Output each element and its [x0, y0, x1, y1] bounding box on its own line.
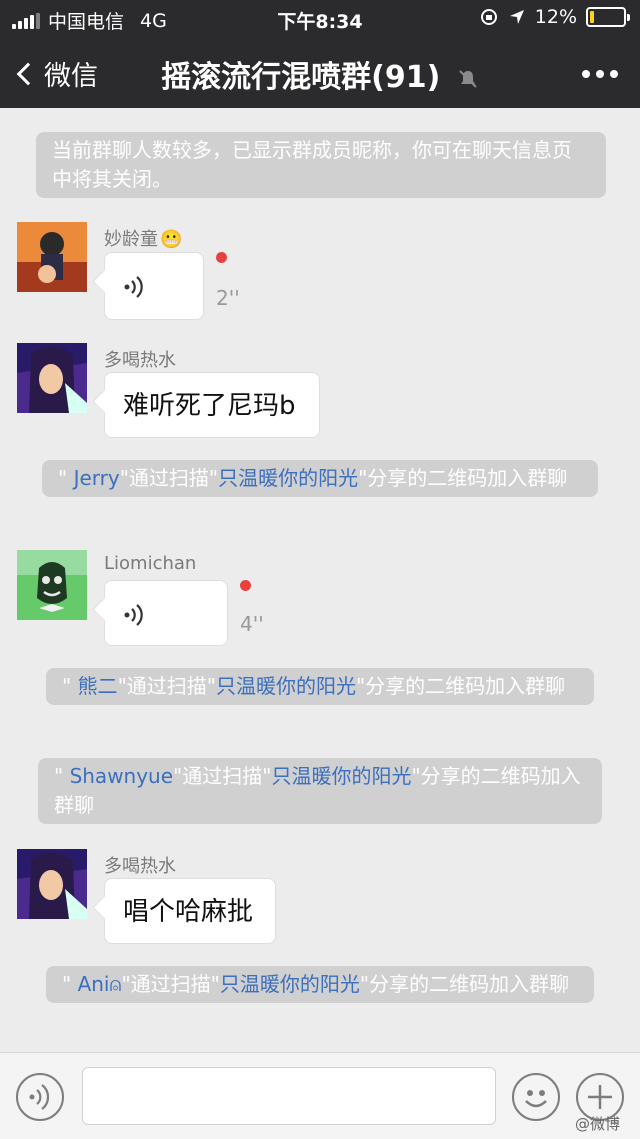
inviter-link[interactable]: 只温暖你的阳光 [218, 466, 358, 490]
avatar[interactable] [17, 849, 87, 919]
voice-wave-icon [124, 276, 143, 298]
voice-toggle-icon [29, 1084, 50, 1110]
voice-toggle-button[interactable] [16, 1073, 64, 1121]
status-right: 12% [479, 6, 630, 28]
avatar[interactable] [17, 550, 87, 620]
avatar[interactable] [17, 222, 87, 292]
bell-mute-icon [459, 69, 477, 88]
more-icon [582, 70, 590, 78]
system-notice: 当前群聊人数较多，已显示群成员昵称，你可在聊天信息页中将其关闭。 [36, 132, 606, 198]
battery-icon [586, 7, 630, 27]
chat-title: 摇滚流行混喷群(91) [0, 52, 640, 96]
voice-wave-icon [124, 604, 143, 626]
text-message-bubble[interactable]: 难听死了尼玛b [104, 372, 320, 438]
unread-dot [216, 252, 227, 263]
member-link[interactable]: Jerry [74, 466, 120, 490]
member-link[interactable]: 熊二 [78, 674, 118, 698]
voice-duration: 4'' [240, 612, 264, 636]
sender-name: 妙龄童 😬 [104, 229, 183, 250]
text-message-bubble[interactable]: 唱个哈麻批 [104, 878, 276, 944]
system-join-message: " Ani⍝"通过扫描"只温暖你的阳光"分享的二维码加入群聊 [46, 966, 594, 1003]
more-button[interactable] [582, 70, 618, 78]
chat-title-text: 摇滚流行混喷群(91) [161, 60, 441, 95]
sender-name: Liomichan [104, 553, 197, 574]
system-join-message: " Jerry"通过扫描"只温暖你的阳光"分享的二维码加入群聊 [42, 460, 598, 497]
member-link[interactable]: Ani⍝ [78, 972, 122, 996]
unread-dot [240, 580, 251, 591]
emoji-button[interactable] [512, 1073, 560, 1121]
avatar[interactable] [17, 343, 87, 413]
grimace-emoji: 😬 [160, 229, 183, 250]
system-join-message: " 熊二"通过扫描"只温暖你的阳光"分享的二维码加入群聊 [46, 668, 594, 705]
emoji-icon [525, 1090, 547, 1108]
inviter-link[interactable]: 只温暖你的阳光 [271, 764, 411, 788]
system-notice-text: 当前群聊人数较多，已显示群成员昵称，你可在聊天信息页中将其关闭。 [52, 138, 572, 191]
message-text: 难听死了尼玛b [123, 391, 296, 421]
sender-name: 多喝热水 [104, 856, 176, 877]
message-input[interactable] [82, 1067, 496, 1125]
battery-fill [590, 11, 594, 23]
voice-duration: 2'' [216, 286, 240, 310]
voice-message-bubble[interactable] [104, 580, 228, 646]
battery-percent: 12% [534, 6, 577, 28]
nav-bar: 微信 摇滚流行混喷群(91) [0, 36, 640, 108]
orientation-lock-icon [480, 9, 497, 25]
inviter-link[interactable]: 只温暖你的阳光 [216, 674, 356, 698]
member-link[interactable]: Shawnyue [70, 764, 173, 788]
system-join-message: " Shawnyue"通过扫描"只温暖你的阳光"分享的二维码加入群聊 [38, 758, 602, 824]
voice-message-bubble[interactable] [104, 252, 204, 320]
input-bar: @微博 [0, 1052, 640, 1139]
watermark: @微博 [574, 1115, 620, 1133]
sender-name: 多喝热水 [104, 350, 176, 371]
message-text: 唱个哈麻批 [123, 897, 254, 927]
inviter-link[interactable]: 只温暖你的阳光 [220, 972, 360, 996]
location-icon [509, 10, 524, 24]
status-bar: 中国电信 4G 下午8:34 12% [0, 0, 640, 36]
